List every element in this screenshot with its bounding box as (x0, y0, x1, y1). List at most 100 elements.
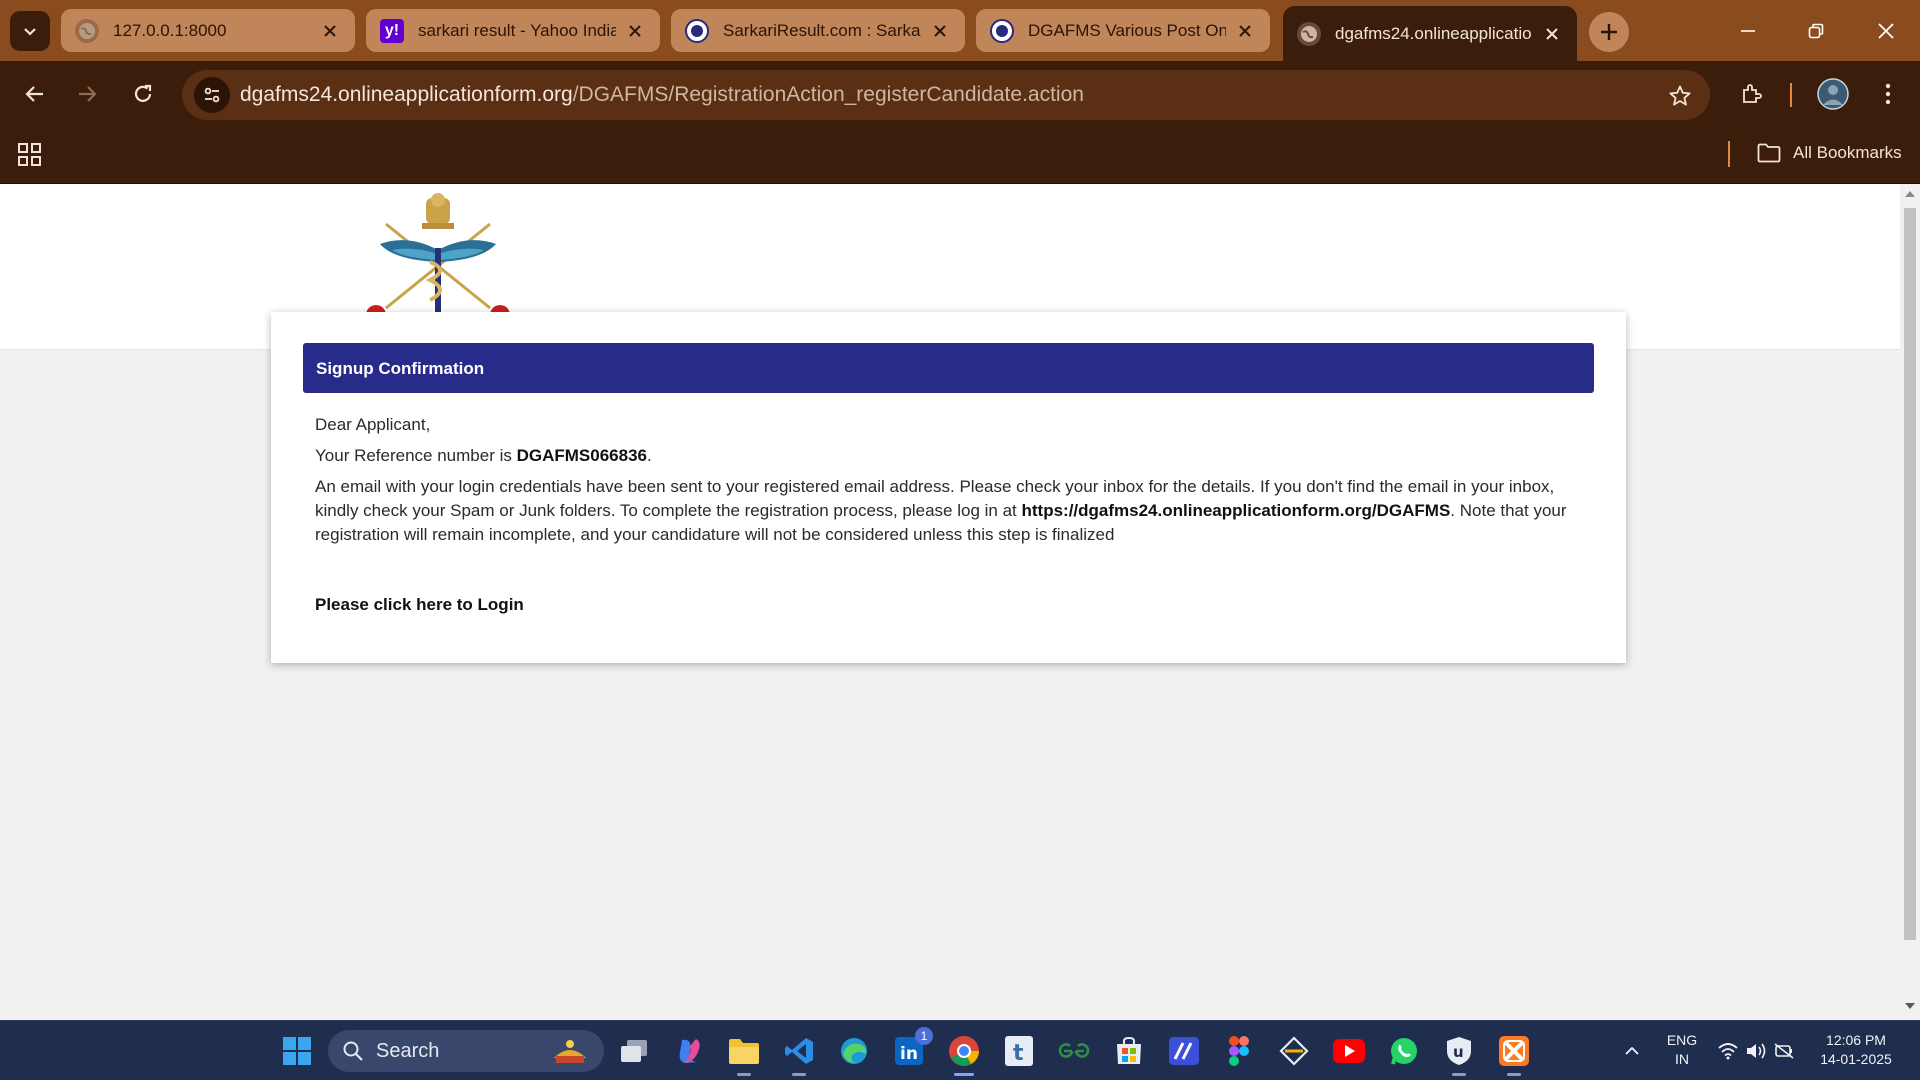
search-label: Search (376, 1039, 440, 1062)
git-tool-icon[interactable] (1276, 1033, 1312, 1069)
new-tab-button[interactable] (1589, 12, 1629, 52)
globe-icon (75, 18, 99, 43)
greeting-text: Dear Applicant, (315, 415, 431, 434)
url-path: /DGAFMS/RegistrationAction_registerCandi… (572, 83, 1084, 106)
bookmarks-divider (1728, 141, 1730, 167)
chevron-down-icon (24, 28, 36, 36)
card-body: Dear Applicant, Your Reference number is… (315, 413, 1585, 617)
volume-icon (1747, 1043, 1766, 1059)
linkedin-icon[interactable]: in 1 (891, 1027, 933, 1069)
show-hidden-icons-button[interactable] (1614, 1033, 1650, 1069)
scroll-up-icon[interactable] (1904, 188, 1916, 200)
vscode-icon[interactable] (781, 1033, 817, 1076)
quick-settings-button[interactable] (1712, 1033, 1800, 1069)
tab-yahoo[interactable]: y! sarkari result - Yahoo India (366, 9, 660, 52)
svg-text:u: u (1453, 1043, 1464, 1061)
sarkari-result-icon (990, 18, 1014, 43)
clock-date: 14-01-2025 (1820, 1051, 1892, 1067)
login-url-text: https://dgafms24.onlineapplicationform.o… (1021, 501, 1451, 520)
all-bookmarks-button[interactable]: All Bookmarks (1757, 143, 1902, 163)
active-indicator (954, 1073, 974, 1076)
chrome-icon[interactable] (946, 1033, 982, 1076)
forward-button[interactable] (70, 76, 106, 112)
minimize-button[interactable] (1728, 12, 1768, 50)
reload-icon (134, 84, 152, 102)
extensions-button[interactable] (1734, 76, 1770, 112)
geeksforgeeks-icon[interactable] (1056, 1033, 1092, 1069)
svg-text:t: t (1013, 1041, 1024, 1066)
close-icon[interactable] (1234, 20, 1256, 42)
running-indicator (737, 1073, 751, 1076)
ublock-icon[interactable]: u (1441, 1033, 1477, 1076)
cursor-app-icon[interactable] (1166, 1033, 1202, 1069)
afms-emblem-logo (366, 193, 510, 315)
input-language-indicator[interactable]: ENG IN (1658, 1031, 1706, 1069)
reference-number: DGAFMS066836 (516, 446, 647, 465)
xampp-icon[interactable] (1496, 1033, 1532, 1076)
tab-dgafms-post[interactable]: DGAFMS Various Post Onli (976, 9, 1270, 52)
more-vertical-icon (1885, 83, 1891, 105)
restore-icon (1808, 23, 1824, 39)
chevron-up-icon (1625, 1046, 1639, 1055)
close-icon[interactable] (624, 20, 646, 42)
bookmarks-bar: All Bookmarks (0, 127, 1920, 184)
tab-sarkariresult[interactable]: SarkariResult.com : Sarkari (671, 9, 965, 52)
browser-toolbar: dgafms24.onlineapplicationform.org/DGAFM… (0, 61, 1920, 127)
folder-icon (1757, 143, 1781, 163)
battery-saver-icon (1774, 1043, 1794, 1059)
windows-taskbar: Search in 1 t u ENG IN 12:06 PM 14-01-20… (0, 1020, 1920, 1080)
whatsapp-icon[interactable] (1386, 1033, 1422, 1069)
minimize-icon (1741, 30, 1755, 32)
tab-localhost[interactable]: 127.0.0.1:8000 (61, 9, 355, 52)
globe-icon (1297, 21, 1321, 46)
site-settings-icon[interactable] (194, 77, 230, 113)
back-button[interactable] (16, 76, 52, 112)
arrow-right-icon (79, 86, 97, 102)
running-indicator (1452, 1073, 1466, 1076)
signup-confirmation-card: Signup Confirmation Dear Applicant, Your… (271, 312, 1626, 663)
close-icon[interactable] (929, 20, 951, 42)
tab-search-button[interactable] (10, 11, 50, 51)
puzzle-icon (1743, 84, 1762, 103)
page-scrollbar[interactable] (1900, 184, 1920, 1020)
reload-button[interactable] (125, 76, 161, 112)
profile-avatar[interactable] (1815, 76, 1851, 112)
wifi-icon (1718, 1043, 1738, 1060)
edge-icon[interactable] (836, 1033, 872, 1069)
notification-badge: 1 (915, 1027, 933, 1045)
tumblr-icon[interactable]: t (1001, 1033, 1037, 1069)
scroll-down-icon[interactable] (1904, 1000, 1916, 1012)
apps-grid-icon[interactable] (16, 141, 44, 169)
tab-title: 127.0.0.1:8000 (113, 20, 227, 40)
scrollbar-thumb[interactable] (1904, 208, 1916, 940)
festival-decoration-icon (554, 1040, 586, 1063)
microsoft-store-icon[interactable] (1111, 1033, 1147, 1069)
tab-dgafms24-active[interactable]: dgafms24.onlineapplicatio (1283, 6, 1577, 61)
figma-icon[interactable] (1221, 1033, 1257, 1069)
login-link[interactable]: Please click here to Login (315, 593, 1585, 617)
youtube-icon[interactable] (1331, 1033, 1367, 1069)
task-view-icon[interactable] (616, 1033, 652, 1069)
windows-logo-icon (283, 1037, 311, 1065)
clock[interactable]: 12:06 PM 14-01-2025 (1806, 1031, 1906, 1069)
close-window-button[interactable] (1866, 12, 1906, 50)
sarkari-result-icon (685, 18, 709, 43)
all-bookmarks-label: All Bookmarks (1793, 143, 1902, 162)
browser-menu-button[interactable] (1870, 76, 1906, 112)
copilot-icon[interactable] (671, 1033, 707, 1069)
close-icon[interactable] (1541, 23, 1563, 45)
start-button[interactable] (279, 1033, 315, 1069)
clock-time: 12:06 PM (1826, 1032, 1886, 1048)
instructions-text: An email with your login credentials hav… (315, 477, 1567, 544)
tab-strip: 127.0.0.1:8000 y! sarkari result - Yahoo… (0, 0, 1920, 61)
reference-text: Your Reference number is DGAFMS066836. (315, 446, 652, 465)
address-bar[interactable]: dgafms24.onlineapplicationform.org/DGAFM… (182, 70, 1710, 120)
taskbar-search[interactable]: Search (328, 1030, 604, 1072)
bookmark-star-icon[interactable] (1666, 82, 1694, 110)
url-text[interactable]: dgafms24.onlineapplicationform.org/DGAFM… (240, 83, 1084, 107)
restore-button[interactable] (1796, 12, 1836, 50)
close-icon[interactable] (319, 20, 341, 42)
yahoo-icon: y! (380, 18, 404, 43)
toolbar-divider (1790, 83, 1792, 107)
file-explorer-icon[interactable] (726, 1033, 762, 1076)
